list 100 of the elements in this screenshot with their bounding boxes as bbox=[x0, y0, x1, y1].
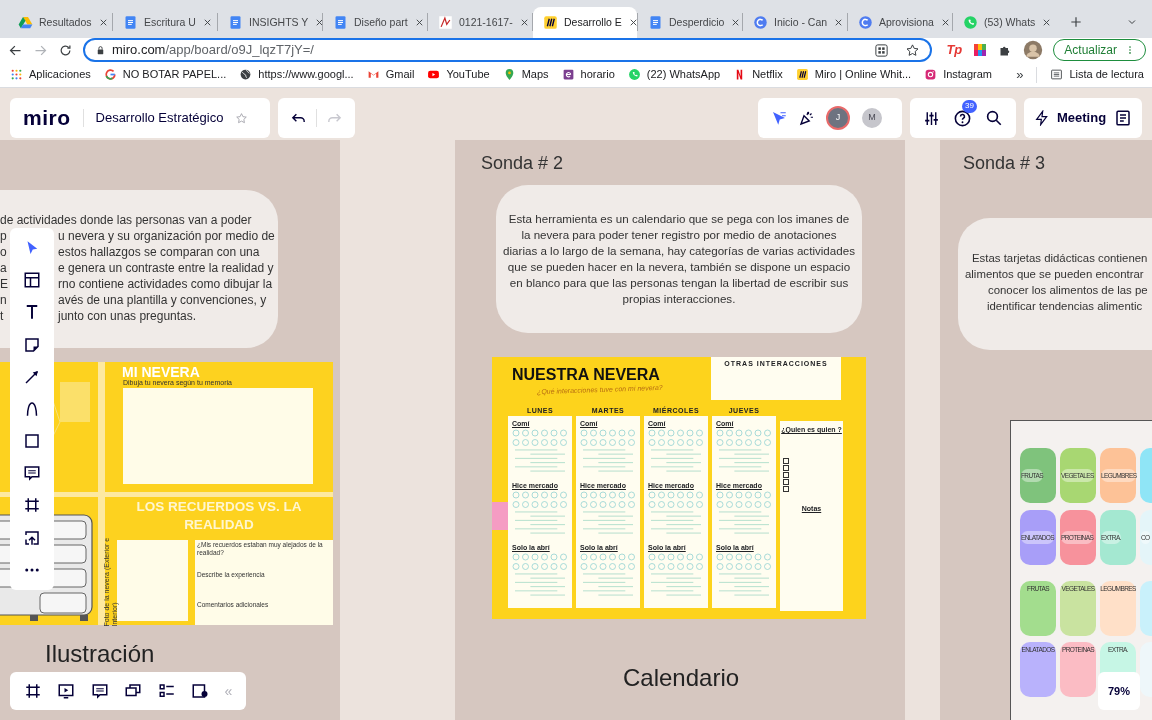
bookmark-link[interactable]: https://www.googl... bbox=[239, 66, 354, 83]
card-text: t bbox=[0, 308, 4, 324]
writing-lines-drawing bbox=[648, 572, 704, 597]
writing-lines-drawing bbox=[580, 572, 636, 597]
tally-circles-drawing bbox=[648, 553, 704, 571]
card-text: estos hallazgos se comparan con una bbox=[58, 244, 260, 260]
calendar-title: NUESTRA NEVERA bbox=[512, 367, 660, 383]
document-icon bbox=[123, 15, 138, 30]
comment-icon[interactable] bbox=[90, 682, 109, 700]
frame-icon[interactable] bbox=[23, 682, 42, 700]
bookmark-link[interactable]: NO BOTAR PAPEL... bbox=[103, 66, 227, 83]
frame-caption: Ilustración bbox=[45, 639, 155, 669]
sticky-note-icon[interactable] bbox=[23, 335, 41, 354]
bookmark-link[interactable]: horario bbox=[561, 66, 615, 83]
checkbox[interactable] bbox=[783, 457, 789, 464]
tally-circles-drawing bbox=[512, 429, 568, 447]
notification-badge: 39 bbox=[962, 99, 977, 113]
search-icon[interactable] bbox=[985, 109, 1004, 127]
upload-icon[interactable] bbox=[23, 528, 41, 547]
checkbox[interactable] bbox=[783, 471, 789, 478]
writing-lines-drawing bbox=[580, 510, 636, 535]
writing-lines-drawing bbox=[716, 572, 772, 597]
checkbox[interactable] bbox=[783, 478, 789, 485]
card-text: junto con unas preguntas. bbox=[58, 308, 197, 324]
frame-title: Sonda # 2 bbox=[481, 152, 564, 175]
circle-logo-icon bbox=[753, 15, 768, 30]
comment-icon[interactable] bbox=[23, 464, 41, 483]
triangle-logo-icon bbox=[18, 15, 33, 30]
card-text: p bbox=[0, 228, 7, 244]
play-logo-icon bbox=[427, 68, 441, 81]
bookmark-link[interactable]: Instagram bbox=[924, 66, 993, 83]
lock-icon bbox=[95, 44, 106, 56]
profile-avatar-icon[interactable] bbox=[1023, 40, 1044, 60]
star-icon[interactable] bbox=[235, 111, 249, 125]
tally-circles-drawing bbox=[580, 429, 636, 447]
writing-lines-drawing bbox=[716, 448, 772, 473]
tally-circles-drawing bbox=[512, 553, 568, 571]
bookmark-link[interactable]: Gmail bbox=[366, 66, 415, 83]
chat-bubble-icon bbox=[963, 15, 978, 30]
lightning-icon bbox=[1034, 110, 1050, 126]
bookmark-link[interactable]: Aplicaciones bbox=[10, 66, 91, 83]
new-tab-icon[interactable] bbox=[1069, 15, 1083, 29]
frame-title: Sonda # 3 bbox=[963, 152, 1046, 175]
tally-circles-drawing bbox=[648, 491, 704, 509]
meeting-button[interactable]: Meeting bbox=[1034, 108, 1107, 128]
checkbox[interactable] bbox=[783, 485, 789, 492]
color-grid-icon[interactable] bbox=[972, 42, 989, 58]
party-popper-icon[interactable] bbox=[798, 109, 816, 127]
tally-circles-drawing bbox=[512, 491, 568, 509]
app-logo[interactable]: miro bbox=[23, 102, 71, 134]
sliders-icon[interactable] bbox=[922, 109, 940, 127]
user-avatar[interactable]: M bbox=[860, 106, 884, 130]
tally-circles-drawing bbox=[580, 491, 636, 509]
letter-tile-icon bbox=[561, 68, 575, 81]
stripes-logo-icon bbox=[543, 15, 558, 30]
more-bookmarks-button[interactable]: » bbox=[1016, 64, 1024, 85]
circle-logo-icon bbox=[858, 15, 873, 30]
panel-title: LOS RECUERDOS VS. LA REALIDAD bbox=[135, 498, 303, 534]
tally-circles-drawing bbox=[716, 429, 772, 447]
card-text: E bbox=[0, 276, 8, 292]
card-text: e genera un contraste entre la realidad y bbox=[58, 260, 274, 276]
board-add-icon[interactable] bbox=[191, 682, 209, 700]
reading-list-button[interactable]: Lista de lectura bbox=[1050, 66, 1144, 83]
qr-code-icon[interactable] bbox=[874, 42, 890, 58]
help-icon[interactable] bbox=[953, 108, 972, 128]
layout-icon[interactable] bbox=[23, 271, 41, 290]
tally-circles-drawing bbox=[716, 553, 772, 571]
panel-title: MI NEVERA bbox=[122, 365, 200, 379]
user-avatar[interactable]: J bbox=[826, 106, 850, 130]
star-icon[interactable] bbox=[905, 42, 921, 58]
notes-icon[interactable] bbox=[1114, 109, 1133, 127]
bookmark-link[interactable]: Netflix bbox=[733, 66, 783, 83]
cursor-icon[interactable] bbox=[770, 109, 788, 127]
play-frame-icon[interactable] bbox=[57, 682, 76, 700]
board-title[interactable]: Desarrollo Estratégico bbox=[95, 108, 224, 128]
document-icon bbox=[228, 15, 243, 30]
writing-lines-drawing bbox=[648, 510, 704, 535]
url-text: miro.com/app/board/o9J_lqzT7jY=/ bbox=[112, 41, 314, 60]
camera-logo-icon bbox=[924, 68, 938, 81]
bookmark-link[interactable]: Miro | Online Whit... bbox=[795, 66, 912, 83]
list-icon[interactable] bbox=[157, 682, 176, 700]
writing-lines-drawing bbox=[648, 448, 704, 473]
square-icon[interactable] bbox=[23, 432, 41, 451]
checkbox[interactable] bbox=[783, 464, 789, 471]
list-icon bbox=[1050, 68, 1064, 81]
address-field[interactable]: miro.com/app/board/o9J_lqzT7jY=/ bbox=[83, 38, 933, 62]
reload-icon[interactable] bbox=[58, 42, 73, 58]
bookmark-link[interactable]: Maps bbox=[502, 66, 549, 83]
zoom-level-button[interactable]: 79% bbox=[1098, 672, 1140, 710]
chat-bubble-icon bbox=[627, 68, 641, 81]
browser-tab[interactable]: Desarrollo E bbox=[533, 7, 637, 38]
bookmark-link[interactable]: (22) WhatsApp bbox=[627, 66, 721, 83]
bookmark-link[interactable]: YouTube bbox=[427, 66, 490, 83]
stripes-logo-icon bbox=[795, 68, 809, 81]
frame-icon[interactable] bbox=[23, 496, 41, 515]
extension-button[interactable]: Tp bbox=[946, 40, 963, 60]
card-text: de actividades donde las personas van a poder bbox=[0, 212, 252, 228]
card-text: Estas tarjetas didácticas contienen bbox=[972, 251, 1148, 266]
card-text: o bbox=[0, 244, 7, 260]
frame-caption: Calendario bbox=[623, 663, 740, 693]
